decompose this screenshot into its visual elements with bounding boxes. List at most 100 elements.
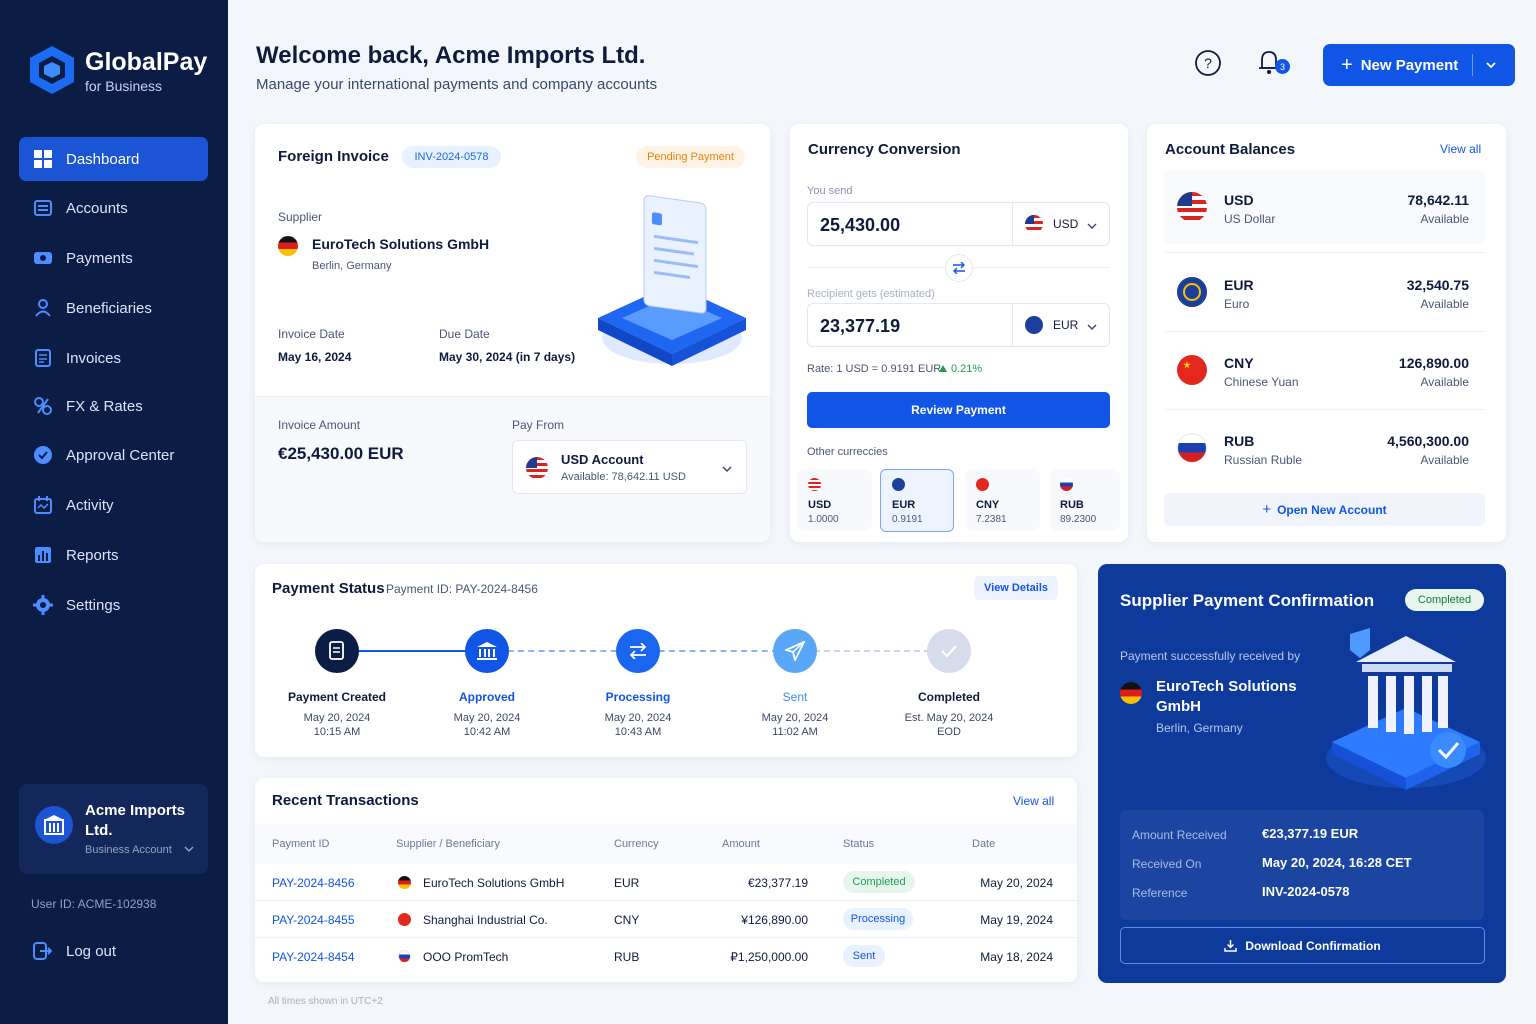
us-flag-icon <box>1177 192 1207 222</box>
currency-chip-eur[interactable]: EUR 0.9191 <box>880 469 954 532</box>
currency-chip-cny[interactable]: CNY 7.2381 <box>966 470 1040 530</box>
page-title: Welcome back, Acme Imports Ltd. <box>256 42 646 69</box>
invoice-card-title: Foreign Invoice <box>278 148 389 165</box>
sidebar-item-dashboard[interactable]: Dashboard <box>19 137 208 181</box>
download-confirmation-button[interactable]: Download Confirmation <box>1120 927 1485 964</box>
currency-chip-rub[interactable]: RUB 89.2300 <box>1050 470 1120 530</box>
step-date: May 20, 2024 <box>453 712 521 724</box>
balance-row-usd[interactable]: USD US Dollar 78,642.11 Available <box>1164 170 1485 244</box>
account-switcher[interactable]: Acme Imports Ltd. Business Account <box>19 784 208 874</box>
transaction-id-link[interactable]: PAY-2024-8454 <box>272 950 355 964</box>
balance-row-eur[interactable]: EUR Euro 32,540.75 Available <box>1164 255 1485 329</box>
sidebar-item-fx-rates[interactable]: FX & Rates <box>19 384 208 428</box>
transaction-currency: CNY <box>614 913 640 927</box>
pay-from-select[interactable]: USD Account Available: 78,642.11 USD <box>512 440 747 494</box>
receive-currency-select[interactable]: EUR <box>1012 304 1110 346</box>
currency-chip-rate: 7.2381 <box>976 514 1007 525</box>
send-label: You send <box>807 185 853 197</box>
receive-amount: 23,377.19 <box>820 316 901 336</box>
notification-bell-icon[interactable]: 3 <box>1256 48 1290 78</box>
sidebar-item-beneficiaries[interactable]: Beneficiaries <box>19 286 208 330</box>
transaction-supplier: Shanghai Industrial Co. <box>423 913 548 927</box>
sidebar-item-settings[interactable]: Settings <box>19 583 208 627</box>
sidebar-item-invoices[interactable]: Invoices <box>19 336 208 380</box>
balances-title: Account Balances <box>1165 141 1296 158</box>
transactions-view-all-link[interactable]: View all <box>1013 794 1054 808</box>
sidebar-item-reports[interactable]: Reports <box>19 533 208 577</box>
china-flag-icon <box>398 913 411 926</box>
currency-chip-rate: 0.9191 <box>892 514 923 525</box>
swap-currencies-button[interactable] <box>945 254 973 282</box>
balance-currency-code: EUR <box>1224 277 1254 293</box>
balances-view-all-link[interactable]: View all <box>1440 142 1481 156</box>
pay-from-account: USD Account <box>561 452 644 467</box>
balance-row-cny[interactable]: CNY Chinese Yuan 126,890.00 Available <box>1164 333 1485 407</box>
balance-currency-code: RUB <box>1224 433 1255 449</box>
balance-currency-name: US Dollar <box>1224 212 1276 226</box>
new-payment-button[interactable]: + New Payment <box>1323 44 1515 86</box>
germany-flag-icon <box>1120 682 1142 704</box>
due-date-label: Due Date <box>439 327 490 341</box>
button-divider <box>1472 54 1474 76</box>
dashboard-icon <box>33 149 53 169</box>
sidebar-item-accounts[interactable]: Accounts <box>19 186 208 230</box>
currency-conversion-card: Currency Conversion You send 25,430.00 U… <box>790 124 1128 542</box>
transaction-id-link[interactable]: PAY-2024-8455 <box>272 913 355 927</box>
review-payment-button[interactable]: Review Payment <box>807 392 1110 428</box>
column-header: Status <box>843 838 875 850</box>
invoices-icon <box>33 348 53 368</box>
swap-icon <box>952 262 966 274</box>
download-label: Download Confirmation <box>1245 938 1381 953</box>
balance-row-rub[interactable]: RUB Russian Ruble 4,560,300.00 Available <box>1164 411 1485 485</box>
column-header: Currency <box>614 838 659 850</box>
currency-chip-usd[interactable]: USD 1.0000 <box>798 470 872 530</box>
invoice-amount-label: Invoice Amount <box>278 418 361 432</box>
column-header: Payment ID <box>272 838 330 850</box>
open-new-account-button[interactable]: + Open New Account <box>1164 493 1485 526</box>
send-amount-input[interactable]: 25,430.00 <box>820 215 900 236</box>
balance-status: Available <box>1420 375 1469 389</box>
transaction-amount: ¥126,890.00 <box>741 913 808 927</box>
logout-button[interactable]: Log out <box>33 942 116 960</box>
sidebar-item-label: Accounts <box>66 199 128 217</box>
balance-currency-code: CNY <box>1224 355 1254 371</box>
detail-value: INV-2024-0578 <box>1262 884 1350 899</box>
chevron-down-icon[interactable] <box>1485 59 1497 71</box>
brand-name: GlobalPay <box>85 48 208 76</box>
russia-flag-icon <box>398 950 411 963</box>
sidebar-item-activity[interactable]: Activity <box>19 483 208 527</box>
invoice-date-label: Invoice Date <box>278 327 345 341</box>
help-icon[interactable]: ? <box>1194 49 1222 77</box>
open-new-account-label: Open New Account <box>1277 502 1387 517</box>
transaction-currency: RUB <box>614 950 640 964</box>
notification-badge: 3 <box>1275 59 1290 74</box>
chevron-down-icon <box>1087 218 1097 236</box>
transaction-currency: EUR <box>614 876 640 890</box>
row-divider <box>1164 252 1485 253</box>
transaction-id-link[interactable]: PAY-2024-8456 <box>272 876 355 890</box>
transaction-amount: ₽1,250,000.00 <box>730 950 808 964</box>
supplier-payment-confirmation-card: Supplier Payment Confirmation Completed … <box>1098 564 1506 983</box>
sidebar-item-label: Activity <box>66 496 114 514</box>
supplier-label: Supplier <box>278 210 323 224</box>
accounts-icon <box>33 198 53 218</box>
step-time: EOD <box>937 726 961 738</box>
china-flag-icon <box>976 478 989 491</box>
step-time: 10:15 AM <box>313 726 361 738</box>
sidebar: GlobalPay for Business Dashboard Account… <box>0 0 228 1024</box>
sidebar-item-label: FX & Rates <box>66 397 143 415</box>
sidebar-item-payments[interactable]: Payments <box>19 236 208 280</box>
table-row[interactable]: PAY-2024-8455 Shanghai Industrial Co. CN… <box>255 901 1077 938</box>
confirmation-status-badge: Completed <box>1405 589 1484 611</box>
other-currencies-label: Other curreccies <box>807 446 888 458</box>
table-row[interactable]: PAY-2024-8454 OOO PromTech RUB ₽1,250,00… <box>255 938 1077 975</box>
view-details-button[interactable]: View Details <box>974 576 1058 600</box>
currency-chip-code: EUR <box>892 499 916 511</box>
timezone-footnote: All times shown in UTC+2 <box>268 996 383 1007</box>
send-currency-select[interactable]: USD <box>1012 203 1110 245</box>
table-row[interactable]: PAY-2024-8456 EuroTech Solutions GmbH EU… <box>255 864 1077 901</box>
step-label: Payment Created <box>287 690 387 704</box>
sidebar-item-approval-center[interactable]: Approval Center <box>19 433 208 477</box>
pay-from-available: Available: 78,642.11 USD <box>561 471 686 483</box>
conversion-title: Currency Conversion <box>808 141 961 158</box>
